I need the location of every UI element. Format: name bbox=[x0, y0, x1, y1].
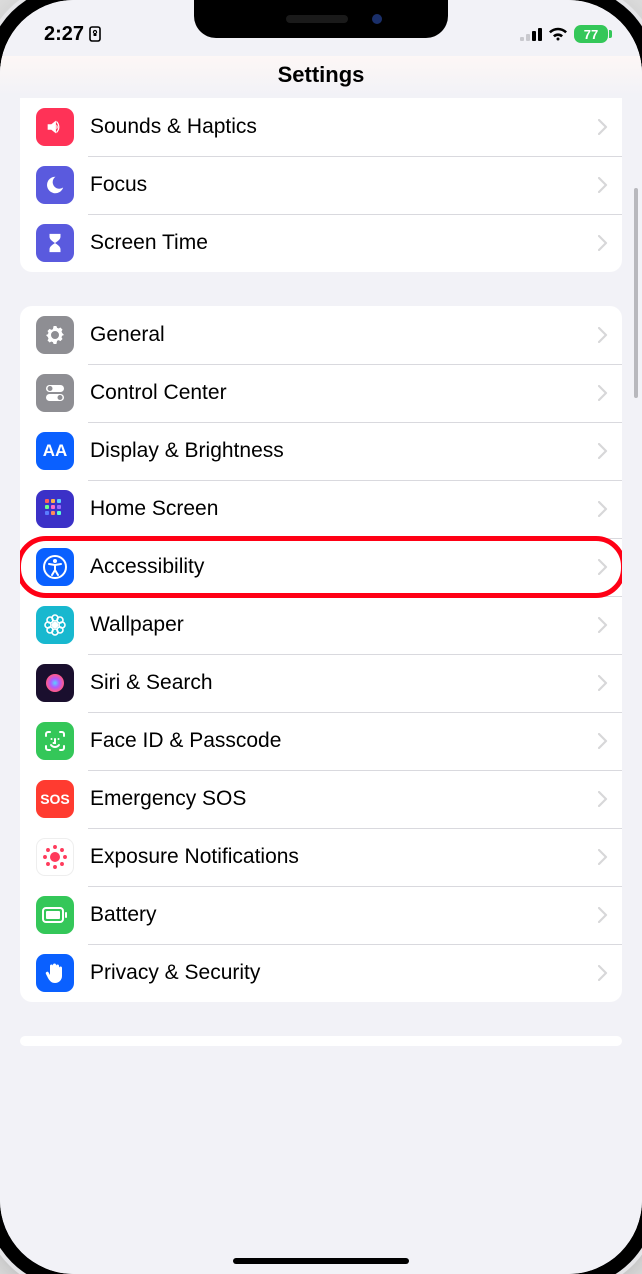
lock-portrait-icon bbox=[88, 25, 102, 43]
row-wallpaper[interactable]: Wallpaper bbox=[20, 596, 622, 654]
screen: 2:27 77 Settings Sounds & Haptics bbox=[0, 0, 642, 1274]
device-frame: 2:27 77 Settings Sounds & Haptics bbox=[0, 0, 642, 1274]
row-label: Sounds & Haptics bbox=[90, 115, 598, 139]
settings-content[interactable]: Sounds & Haptics Focus Screen Time bbox=[0, 98, 642, 1046]
row-general[interactable]: General bbox=[20, 306, 622, 364]
chevron-right-icon bbox=[598, 235, 608, 251]
row-label: Display & Brightness bbox=[90, 439, 598, 463]
battery-indicator: 77 bbox=[574, 25, 608, 43]
row-label: Focus bbox=[90, 173, 598, 197]
chevron-right-icon bbox=[598, 617, 608, 633]
exposure-icon bbox=[36, 838, 74, 876]
row-screen-time[interactable]: Screen Time bbox=[20, 214, 622, 272]
row-focus[interactable]: Focus bbox=[20, 156, 622, 214]
toggles-icon bbox=[36, 374, 74, 412]
sound-icon bbox=[36, 108, 74, 146]
status-time: 2:27 bbox=[44, 23, 84, 46]
row-label: Emergency SOS bbox=[90, 787, 598, 811]
home-indicator[interactable] bbox=[233, 1258, 409, 1264]
chevron-right-icon bbox=[598, 119, 608, 135]
accessibility-icon bbox=[36, 548, 74, 586]
row-label: Accessibility bbox=[90, 555, 598, 579]
row-privacy-security[interactable]: Privacy & Security bbox=[20, 944, 622, 1002]
row-control-center[interactable]: Control Center bbox=[20, 364, 622, 422]
row-display-brightness[interactable]: AA Display & Brightness bbox=[20, 422, 622, 480]
row-face-id-passcode[interactable]: Face ID & Passcode bbox=[20, 712, 622, 770]
wifi-icon bbox=[548, 27, 568, 42]
cell-signal-icon bbox=[520, 27, 542, 41]
row-label: Battery bbox=[90, 903, 598, 927]
chevron-right-icon bbox=[598, 791, 608, 807]
row-label: Screen Time bbox=[90, 231, 598, 255]
row-label: Exposure Notifications bbox=[90, 845, 598, 869]
hand-icon bbox=[36, 954, 74, 992]
sos-icon: SOS bbox=[36, 780, 74, 818]
chevron-right-icon bbox=[598, 965, 608, 981]
row-label: Wallpaper bbox=[90, 613, 598, 637]
row-label: Siri & Search bbox=[90, 671, 598, 695]
row-label: General bbox=[90, 323, 598, 347]
battery-value: 77 bbox=[584, 27, 598, 42]
row-sounds-haptics[interactable]: Sounds & Haptics bbox=[20, 98, 622, 156]
status-right: 77 bbox=[520, 25, 608, 43]
flower-icon bbox=[36, 606, 74, 644]
chevron-right-icon bbox=[598, 559, 608, 575]
hourglass-icon bbox=[36, 224, 74, 262]
page-header: Settings bbox=[0, 56, 642, 100]
settings-group-3-peek bbox=[20, 1036, 622, 1046]
row-label: Home Screen bbox=[90, 497, 598, 521]
chevron-right-icon bbox=[598, 443, 608, 459]
chevron-right-icon bbox=[598, 385, 608, 401]
notch bbox=[194, 0, 448, 38]
chevron-right-icon bbox=[598, 907, 608, 923]
chevron-right-icon bbox=[598, 849, 608, 865]
row-battery[interactable]: Battery bbox=[20, 886, 622, 944]
scrollbar[interactable] bbox=[634, 188, 638, 398]
moon-icon bbox=[36, 166, 74, 204]
row-label: Face ID & Passcode bbox=[90, 729, 598, 753]
settings-group-1: Sounds & Haptics Focus Screen Time bbox=[20, 98, 622, 272]
status-left: 2:27 bbox=[44, 23, 102, 46]
chevron-right-icon bbox=[598, 327, 608, 343]
row-emergency-sos[interactable]: SOS Emergency SOS bbox=[20, 770, 622, 828]
row-home-screen[interactable]: Home Screen bbox=[20, 480, 622, 538]
page-title: Settings bbox=[278, 62, 365, 87]
grid-icon bbox=[36, 490, 74, 528]
battery-icon bbox=[36, 896, 74, 934]
row-accessibility[interactable]: Accessibility bbox=[20, 538, 622, 596]
face-icon bbox=[36, 722, 74, 760]
settings-group-2: General Control Center AA Display & Brig… bbox=[20, 306, 622, 1002]
row-siri-search[interactable]: Siri & Search bbox=[20, 654, 622, 712]
row-label: Privacy & Security bbox=[90, 961, 598, 985]
chevron-right-icon bbox=[598, 501, 608, 517]
row-label: Control Center bbox=[90, 381, 598, 405]
row-exposure-notifications[interactable]: Exposure Notifications bbox=[20, 828, 622, 886]
aa-icon: AA bbox=[36, 432, 74, 470]
chevron-right-icon bbox=[598, 675, 608, 691]
siri-icon bbox=[36, 664, 74, 702]
chevron-right-icon bbox=[598, 733, 608, 749]
chevron-right-icon bbox=[598, 177, 608, 193]
gear-icon bbox=[36, 316, 74, 354]
